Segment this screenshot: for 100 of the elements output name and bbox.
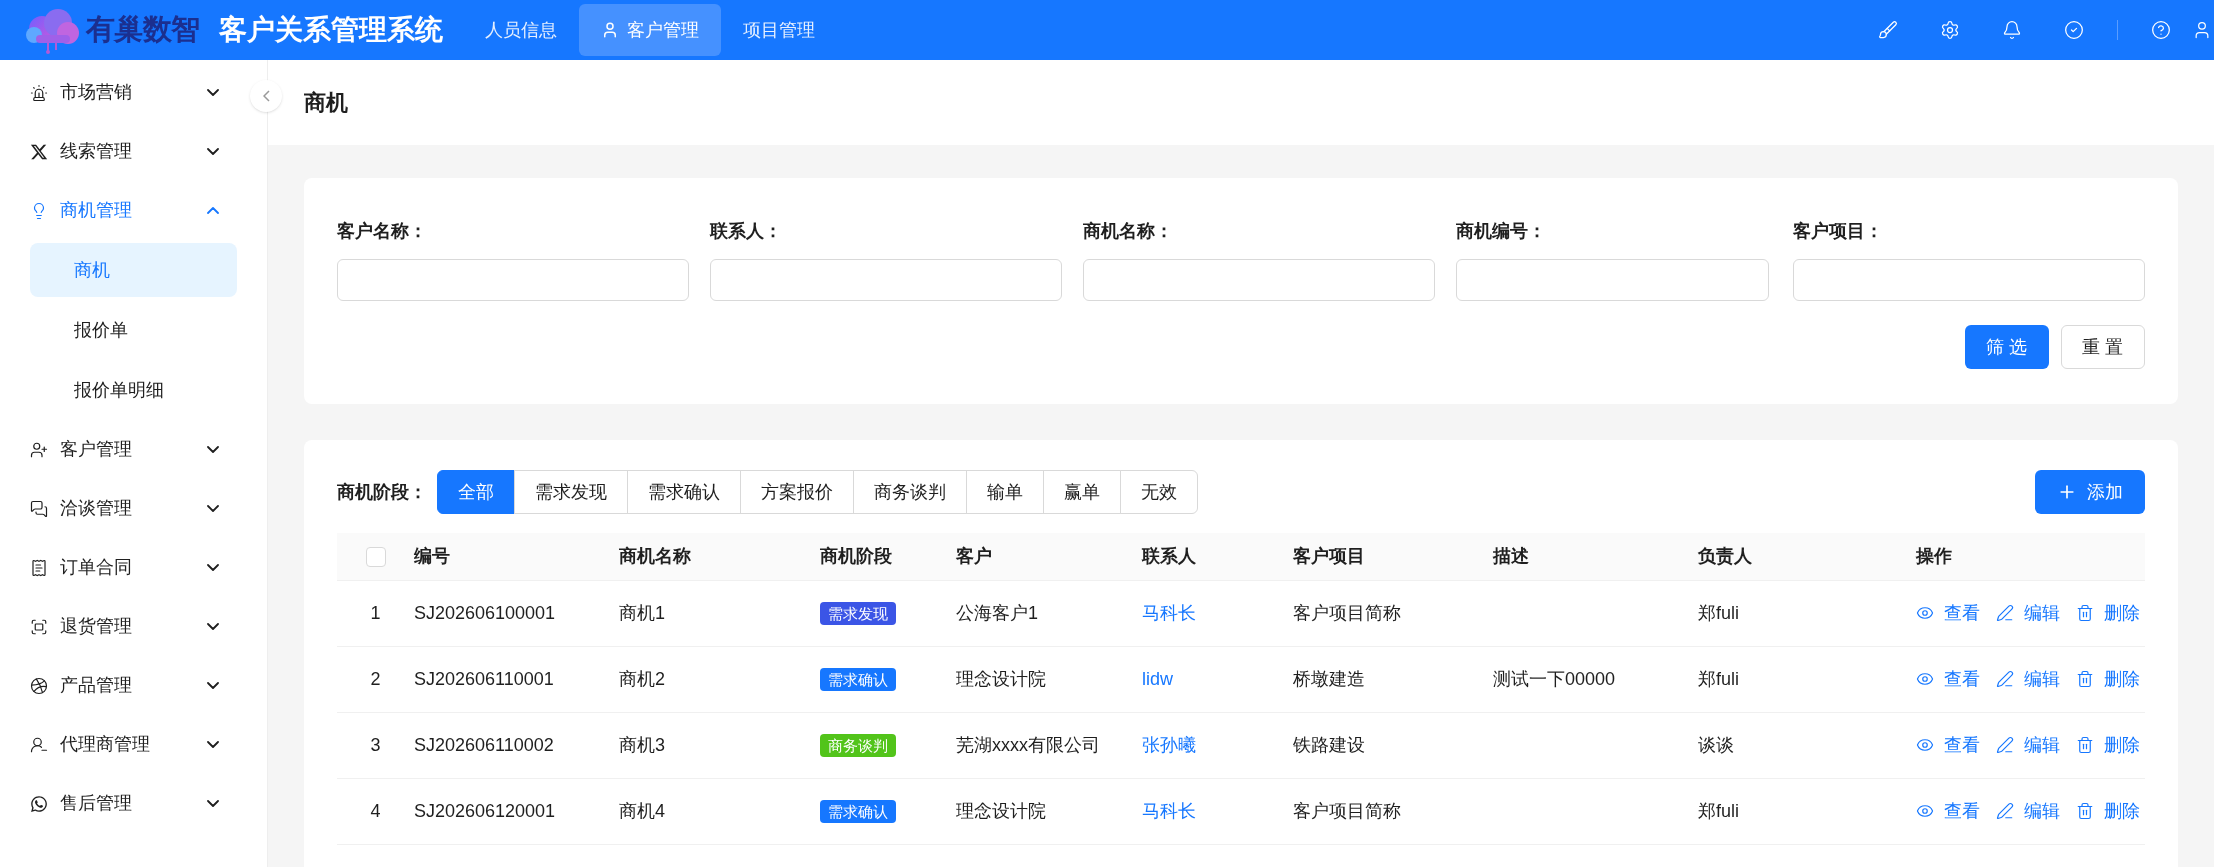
table-cell: 桥墩建造: [1293, 646, 1493, 712]
column-header: 负责人: [1698, 533, 1821, 580]
chevron-down-icon: [207, 682, 219, 689]
chevron-down-icon: [207, 800, 219, 807]
filter-input[interactable]: [1456, 259, 1769, 301]
reset-button[interactable]: 重 置: [2061, 325, 2145, 369]
view-link[interactable]: 查看: [1916, 797, 1980, 825]
menu-group[interactable]: 售后管理: [30, 774, 237, 833]
nav-tab[interactable]: 人员信息: [463, 4, 580, 56]
stage-tab[interactable]: 需求确认: [627, 470, 741, 514]
eye-icon: [1916, 670, 1934, 688]
stage-tag: 需求确认: [820, 799, 896, 823]
select-all-checkbox[interactable]: [365, 547, 386, 567]
page-title: 商机: [304, 89, 348, 117]
trash-icon: [2076, 802, 2094, 820]
menu-group[interactable]: 订单合同: [30, 538, 237, 597]
delete-link[interactable]: 删除: [2076, 731, 2140, 759]
filter-label: 联系人：: [710, 220, 784, 243]
contact-link[interactable]: lidw: [1142, 668, 1173, 689]
eye-icon: [1916, 736, 1934, 754]
chevron-down-icon: [207, 505, 219, 512]
contact-link[interactable]: 马科长: [1142, 602, 1196, 623]
scan-icon: [30, 617, 48, 636]
table-cell: SJ202606120001: [414, 778, 619, 844]
filter-input[interactable]: [1083, 259, 1436, 301]
chevron-down-icon: [207, 741, 219, 748]
chevron-up-icon: [207, 207, 219, 214]
chevron-down-icon: [207, 89, 219, 96]
nav-tab[interactable]: 项目管理: [721, 4, 838, 56]
contact-link[interactable]: 马科长: [1142, 800, 1196, 821]
menu-item[interactable]: 报价单: [30, 303, 237, 357]
edit-link[interactable]: 编辑: [1996, 731, 2060, 759]
table-cell: 郑fuli: [1698, 778, 1821, 844]
add-button[interactable]: 添加: [2035, 470, 2145, 514]
table-cell: SJ202606110001: [414, 646, 619, 712]
stage-tab[interactable]: 全部: [437, 470, 515, 514]
user-plus-icon: [30, 440, 48, 459]
stage-tab[interactable]: 需求发现: [514, 470, 628, 514]
menu-group[interactable]: 洽谈管理: [30, 479, 237, 538]
view-link[interactable]: 查看: [1916, 599, 1980, 627]
receipt-icon: [30, 558, 48, 577]
chevron-down-icon: [207, 564, 219, 571]
chevron-down-icon: [207, 148, 219, 155]
view-link[interactable]: 查看: [1916, 731, 1980, 759]
view-link[interactable]: 查看: [1916, 665, 1980, 693]
delete-link[interactable]: 删除: [2076, 797, 2140, 825]
filter-label: 客户项目：: [1792, 220, 1884, 243]
stage-tab[interactable]: 赢单: [1043, 470, 1121, 514]
menu-group[interactable]: 产品管理: [30, 656, 237, 715]
filter-input[interactable]: [710, 259, 1063, 301]
table-cell: 商机3: [619, 712, 820, 778]
filter-input[interactable]: [1792, 259, 2145, 301]
edit-link[interactable]: 编辑: [1996, 599, 2060, 627]
table-cell: 客户项目简称: [1293, 778, 1493, 844]
menu-group[interactable]: 退货管理: [30, 597, 237, 656]
column-header: 操作: [1916, 533, 2145, 580]
pen-icon: [1996, 802, 2014, 820]
table-cell: SJ202606100001: [414, 580, 619, 646]
table-cell: 测试一下00000: [1493, 646, 1698, 712]
row-number: 2: [337, 646, 414, 712]
stage-tag: 需求发现: [820, 601, 896, 625]
stage-tab[interactable]: 方案报价: [740, 470, 854, 514]
menu-group[interactable]: 客户管理: [30, 420, 237, 479]
delete-link[interactable]: 删除: [2076, 665, 2140, 693]
filter-button[interactable]: 筛 选: [1965, 325, 2049, 369]
chevron-left-icon: [262, 90, 270, 102]
menu-group[interactable]: 商机管理: [30, 181, 237, 240]
table-cell: 郑fuli: [1698, 580, 1821, 646]
pen-icon: [1996, 604, 2014, 622]
trash-icon: [2076, 670, 2094, 688]
nav-tab[interactable]: 客户管理: [579, 4, 722, 56]
menu-group[interactable]: 代理商管理: [30, 715, 237, 774]
column-header: 客户: [956, 533, 1142, 580]
edit-link[interactable]: 编辑: [1996, 797, 2060, 825]
stage-tab[interactable]: 商务谈判: [853, 470, 967, 514]
table-cell: 商机4: [619, 778, 820, 844]
stage-tab[interactable]: 输单: [966, 470, 1044, 514]
menu-group[interactable]: 线索管理: [30, 122, 237, 181]
delete-link[interactable]: 删除: [2076, 599, 2140, 627]
filter-input[interactable]: [337, 259, 690, 301]
table-cell: 理念设计院: [956, 778, 1142, 844]
filter-label: 商机编号：: [1456, 220, 1548, 243]
row-number: 4: [337, 778, 414, 844]
siren-icon: [30, 83, 48, 102]
table-cell: 客户项目简称: [1293, 580, 1493, 646]
chevron-down-icon: [207, 446, 219, 453]
eye-icon: [1916, 604, 1934, 622]
stage-tab[interactable]: 无效: [1120, 470, 1198, 514]
edit-link[interactable]: 编辑: [1996, 665, 2060, 693]
table-cell: SJ202606110002: [414, 712, 619, 778]
chevron-down-icon: [207, 623, 219, 630]
row-number: 1: [337, 580, 414, 646]
menu-item[interactable]: 报价单明细: [30, 363, 237, 417]
eye-icon: [1916, 802, 1934, 820]
filter-label: 商机名称：: [1083, 220, 1175, 243]
phone-icon: [30, 794, 48, 813]
menu-item[interactable]: 商机: [30, 243, 237, 297]
contact-link[interactable]: 张孙曦: [1142, 734, 1196, 755]
menu-group[interactable]: 市场营销: [30, 63, 237, 122]
x-icon: [30, 142, 48, 161]
